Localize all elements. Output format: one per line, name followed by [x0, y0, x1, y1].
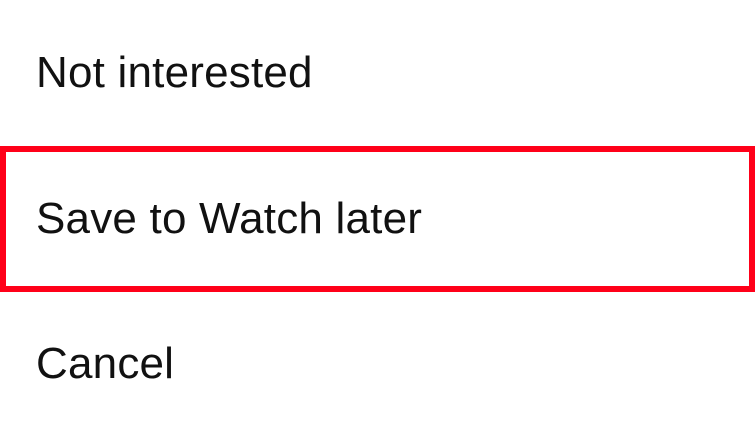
menu-item-cancel[interactable]: Cancel — [0, 292, 755, 436]
menu-item-save-to-watch-later[interactable]: Save to Watch later — [0, 146, 755, 292]
menu-item-label: Cancel — [36, 339, 175, 388]
context-menu: Not interested Save to Watch later Cance… — [0, 0, 755, 436]
menu-item-label: Save to Watch later — [36, 194, 423, 243]
menu-item-not-interested[interactable]: Not interested — [0, 0, 755, 146]
menu-item-label: Not interested — [36, 48, 313, 97]
